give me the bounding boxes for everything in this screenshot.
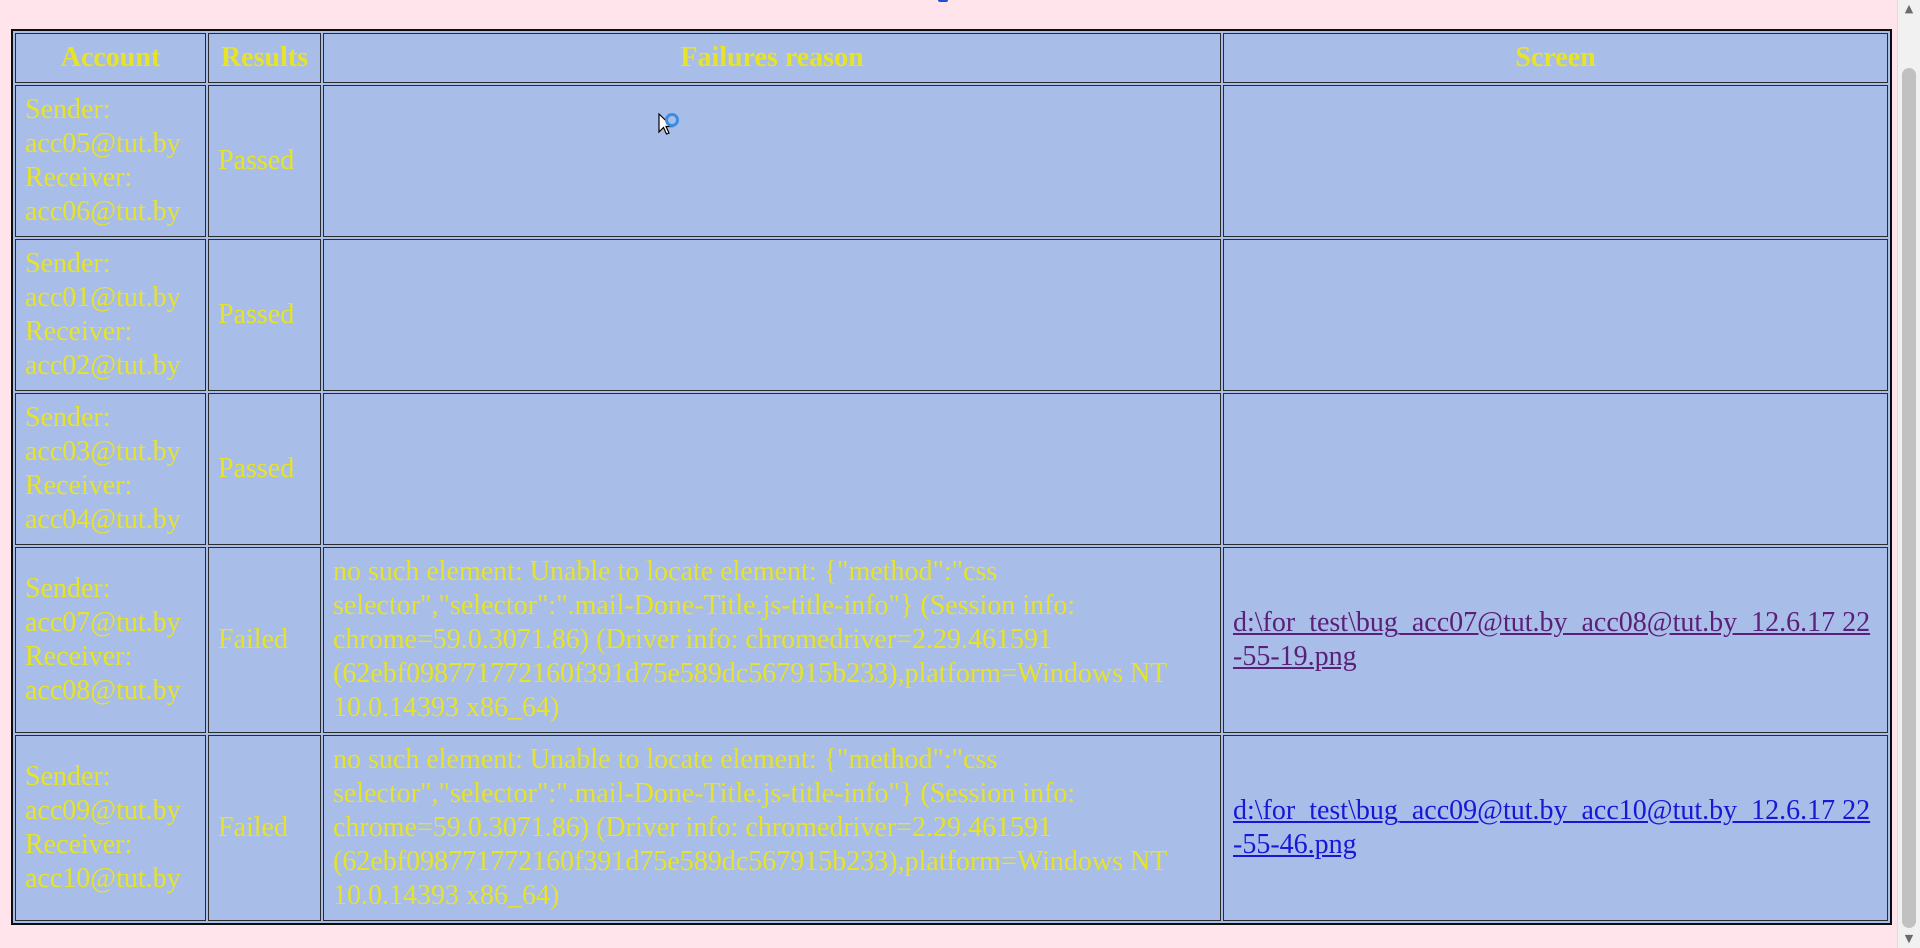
receiver-email: acc06@tut.by — [25, 196, 181, 227]
table-row: Sender: acc01@tut.by Receiver: acc02@tut… — [15, 239, 1888, 391]
screen-cell — [1223, 85, 1888, 237]
failure-reason-cell — [323, 239, 1221, 391]
screen-cell: d:\for_test\bug_acc07@tut.by_acc08@tut.b… — [1223, 547, 1888, 733]
account-cell: Sender: acc09@tut.by Receiver: acc10@tut… — [15, 735, 206, 921]
sender-email: acc09@tut.by — [25, 795, 181, 826]
table-row: Sender: acc03@tut.by Receiver: acc04@tut… — [15, 393, 1888, 545]
receiver-label: Receiver: — [25, 641, 133, 672]
sender-label: Sender: — [25, 573, 111, 604]
table-row: Sender: acc09@tut.by Receiver: acc10@tut… — [15, 735, 1888, 921]
result-cell: Passed — [208, 239, 321, 391]
header-row: Account Results Failures reason Screen — [15, 33, 1888, 83]
result-cell: Failed — [208, 735, 321, 921]
failure-reason-cell — [323, 85, 1221, 237]
sender-label: Sender: — [25, 761, 111, 792]
results-table: Account Results Failures reason Screen S… — [11, 29, 1892, 925]
receiver-email: acc08@tut.by — [25, 675, 181, 706]
account-cell: Sender: acc03@tut.by Receiver: acc04@tut… — [15, 393, 206, 545]
result-cell: Failed — [208, 547, 321, 733]
page-viewport: Account Results Failures reason Screen S… — [0, 0, 1898, 948]
sender-email: acc01@tut.by — [25, 282, 181, 313]
vertical-scrollbar[interactable]: ▲ ▼ — [1897, 0, 1920, 948]
failure-reason-cell: no such element: Unable to locate elemen… — [323, 547, 1221, 733]
receiver-email: acc02@tut.by — [25, 350, 181, 381]
top-link-fragment[interactable] — [938, 0, 948, 2]
sender-email: acc03@tut.by — [25, 436, 181, 467]
account-cell: Sender: acc07@tut.by Receiver: acc08@tut… — [15, 547, 206, 733]
screenshot-link[interactable]: d:\for_test\bug_acc09@tut.by_acc10@tut.b… — [1233, 795, 1870, 860]
screen-cell — [1223, 239, 1888, 391]
receiver-email: acc04@tut.by — [25, 504, 181, 535]
receiver-label: Receiver: — [25, 470, 133, 501]
result-cell: Passed — [208, 393, 321, 545]
header-failures-reason: Failures reason — [323, 33, 1221, 83]
receiver-label: Receiver: — [25, 316, 133, 347]
receiver-label: Receiver: — [25, 162, 133, 193]
screenshot-link[interactable]: d:\for_test\bug_acc07@tut.by_acc08@tut.b… — [1233, 607, 1870, 672]
sender-email: acc05@tut.by — [25, 128, 181, 159]
account-cell: Sender: acc01@tut.by Receiver: acc02@tut… — [15, 239, 206, 391]
sender-label: Sender: — [25, 94, 111, 125]
sender-email: acc07@tut.by — [25, 607, 181, 638]
account-cell: Sender: acc05@tut.by Receiver: acc06@tut… — [15, 85, 206, 237]
busy-pointer-icon — [658, 112, 679, 135]
scrollbar-thumb[interactable] — [1902, 68, 1916, 928]
failure-reason-cell: no such element: Unable to locate elemen… — [323, 735, 1221, 921]
sender-label: Sender: — [25, 248, 111, 279]
scroll-up-arrow-icon[interactable]: ▲ — [1898, 0, 1920, 18]
receiver-email: acc10@tut.by — [25, 863, 181, 894]
screen-cell — [1223, 393, 1888, 545]
header-screen: Screen — [1223, 33, 1888, 83]
scroll-down-arrow-icon[interactable]: ▼ — [1898, 930, 1920, 948]
header-account: Account — [15, 33, 206, 83]
receiver-label: Receiver: — [25, 829, 133, 860]
screen-cell: d:\for_test\bug_acc09@tut.by_acc10@tut.b… — [1223, 735, 1888, 921]
sender-label: Sender: — [25, 402, 111, 433]
header-results: Results — [208, 33, 321, 83]
table-row: Sender: acc07@tut.by Receiver: acc08@tut… — [15, 547, 1888, 733]
table-row: Sender: acc05@tut.by Receiver: acc06@tut… — [15, 85, 1888, 237]
result-cell: Passed — [208, 85, 321, 237]
failure-reason-cell — [323, 393, 1221, 545]
